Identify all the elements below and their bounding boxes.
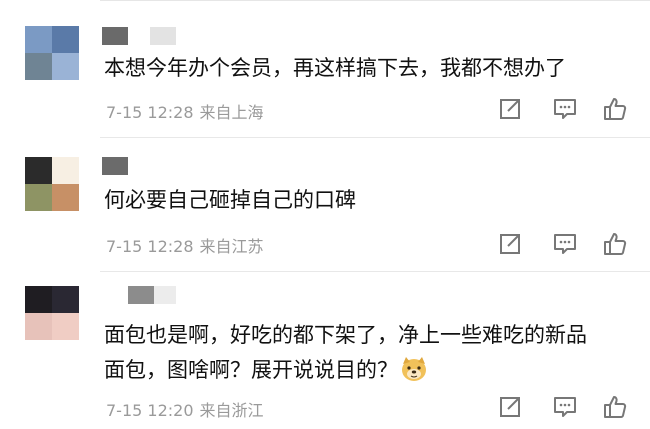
username[interactable] [102,284,176,306]
comment-text-line-1: 面包也是啊，好吃的都下架了，净上一些难吃的新品 [104,323,587,347]
comment-actions [497,96,632,122]
comment-text-line-2: 面包，图啥啊？展开说说目的？ [104,353,428,387]
doge-emoji-icon [402,357,426,381]
comment-meta: 7-15 12:28 来自上海 [106,99,264,123]
divider [100,137,650,138]
avatar[interactable] [25,26,79,80]
comment-meta: 7-15 12:20 来自浙江 [106,397,264,421]
username[interactable] [102,25,176,47]
comment-icon[interactable] [552,96,578,122]
divider [100,271,650,272]
repost-icon[interactable] [497,394,523,420]
comment-actions [497,394,632,420]
avatar[interactable] [25,286,79,340]
comment-location: 来自上海 [199,103,264,122]
comment-text-line-2-text: 面包，图啥啊？展开说说目的？ [104,358,398,382]
top-divider [100,0,650,1]
comment-text: 本想今年办个会员，再这样搞下去，我都不想办了 [104,56,566,80]
comment-meta: 7-15 12:28 来自江苏 [106,233,264,257]
comment-actions [497,231,632,257]
comment-time: 7-15 12:28 [106,103,194,122]
comment-icon[interactable] [552,231,578,257]
avatar[interactable] [25,157,79,211]
comment-time: 7-15 12:28 [106,237,194,256]
comment-location: 来自浙江 [199,401,264,420]
comment-icon[interactable] [552,394,578,420]
username[interactable] [102,155,128,177]
like-icon[interactable] [602,231,628,257]
like-icon[interactable] [602,96,628,122]
comment-location: 来自江苏 [199,237,264,256]
comment-text: 何必要自己砸掉自己的口碑 [104,188,356,212]
repost-icon[interactable] [497,231,523,257]
comment-list: 本想今年办个会员，再这样搞下去，我都不想办了 7-15 12:28 来自上海 何… [0,0,650,429]
repost-icon[interactable] [497,96,523,122]
like-icon[interactable] [602,394,628,420]
comment-time: 7-15 12:20 [106,401,194,420]
